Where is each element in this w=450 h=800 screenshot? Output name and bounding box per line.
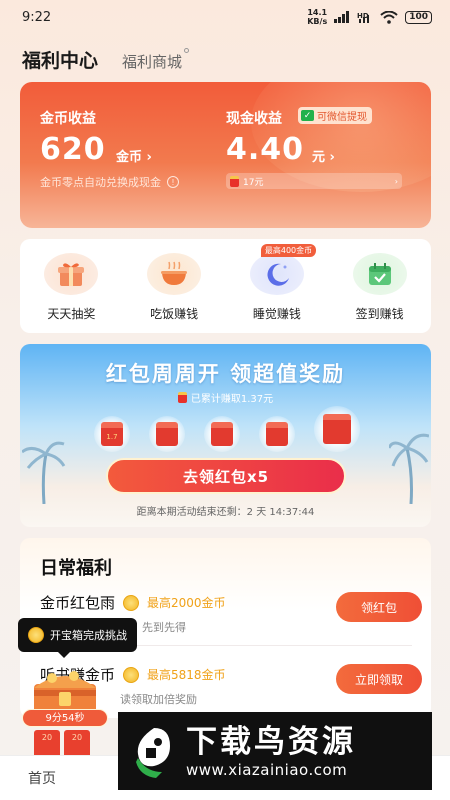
coin-icon <box>28 627 44 643</box>
shortcut-meal-earn[interactable]: 吃饭赚钱 <box>132 253 216 333</box>
tab-welfare-mall[interactable]: 福利商城 <box>122 48 190 72</box>
coin-earnings-label: 金币收益 <box>40 111 96 127</box>
chevron-right-icon: › <box>394 176 398 186</box>
new-dot-icon <box>184 48 190 53</box>
moon-icon <box>249 253 304 295</box>
treasure-tooltip: 开宝箱完成挑战 <box>18 618 137 658</box>
check-icon: ✓ <box>301 110 314 121</box>
signal-icon <box>334 11 350 23</box>
envelope-slot[interactable] <box>204 416 240 452</box>
coin-icon <box>123 594 140 611</box>
status-icons: 14.1 KB/s HD 100 <box>307 8 432 26</box>
status-bar: 9:22 14.1 KB/s HD 100 <box>0 0 450 34</box>
cash-earnings-value[interactable]: 4.40 <box>226 132 304 167</box>
envelope-progress: 1.7 <box>94 406 360 452</box>
status-time: 9:22 <box>22 9 52 25</box>
bowl-icon <box>147 253 202 295</box>
red-envelope-icon: 1.7 <box>101 422 123 446</box>
tab-home[interactable]: 首页 <box>28 768 56 788</box>
shortcut-sleep-earn[interactable]: 最高400金币 睡觉赚钱 <box>235 244 319 333</box>
red-envelope-icon <box>266 422 288 446</box>
watermark-url: www.xiazainiao.com <box>186 761 348 779</box>
bird-logo-icon <box>136 728 170 778</box>
shortcut-checkin-earn[interactable]: 签到赚钱 <box>338 253 422 333</box>
palm-tree-icon <box>22 441 66 504</box>
max-coin-tag: 最高400金币 <box>260 244 317 257</box>
chest-countdown-timer: 9分54秒 <box>22 709 108 727</box>
envelope-slot[interactable] <box>314 406 360 452</box>
task-reward: 最高2000金币 <box>147 596 226 610</box>
red-envelope-icon <box>177 392 187 403</box>
watermark-title: 下载鸟资源 <box>186 724 356 760</box>
gift-icon <box>44 253 99 295</box>
envelope-slot[interactable] <box>259 416 295 452</box>
watermark-text: 下载鸟资源 www.xiazainiao.com <box>186 723 356 779</box>
red-packet-promo-card: 红包周周开 领超值奖励 已累计赚取1.37元 1.7 去领红包x5 距离本期活动… <box>20 344 431 527</box>
section-title: 日常福利 <box>40 558 112 579</box>
claim-now-button[interactable]: 立即领取 <box>336 664 422 694</box>
network-speed: 14.1 KB/s <box>307 8 328 26</box>
battery-indicator: 100 <box>405 10 432 24</box>
watermark-overlay: 下载鸟资源 www.xiazainiao.com <box>118 712 432 790</box>
envelope-slot[interactable]: 1.7 <box>94 416 130 452</box>
cash-earnings-label: 现金收益 <box>226 111 282 127</box>
red-envelope-icon <box>211 422 233 446</box>
red-envelope-icon <box>156 422 178 446</box>
claim-red-packet-task-button[interactable]: 领红包 <box>336 592 422 622</box>
palm-tree-icon <box>389 433 429 504</box>
promo-title: 红包周周开 领超值奖励 <box>105 362 346 386</box>
task-reward: 最高5818金币 <box>147 668 226 682</box>
task-name: 金币红包雨 <box>40 594 116 612</box>
shortcut-row: 天天抽奖 吃饭赚钱 最高400金币 睡觉赚钱 签到赚钱 <box>20 239 431 333</box>
shortcut-daily-lottery[interactable]: 天天抽奖 <box>29 253 113 333</box>
claim-red-packet-button[interactable]: 去领红包x5 <box>106 458 346 494</box>
coin-exchange-note: 金币零点自动兑换成现金 ! <box>40 174 179 190</box>
red-envelope-icon <box>323 414 351 444</box>
coin-earnings-value[interactable]: 620 <box>40 132 106 167</box>
promo-earned-summary: 已累计赚取1.37元 <box>20 390 431 405</box>
envelope-slot[interactable] <box>149 416 185 452</box>
red-envelope-icon <box>230 175 239 187</box>
cash-unit-link[interactable]: 元 › <box>312 146 335 165</box>
calendar-icon <box>352 253 407 295</box>
wechat-withdraw-badge[interactable]: ✓ 可微信提现 <box>298 107 372 124</box>
earnings-card: 金币收益 620 金币 › 金币零点自动兑换成现金 ! 现金收益 ✓ 可微信提现… <box>20 82 431 228</box>
coin-unit-link[interactable]: 金币 › <box>116 146 152 165</box>
coin-icon <box>123 666 140 683</box>
wifi-icon <box>380 10 398 24</box>
info-icon[interactable]: ! <box>167 176 179 188</box>
cash-progress-bar[interactable]: 17元 › <box>226 173 402 189</box>
activity-countdown: 距离本期活动结束还剩：2 天 14:37:44 <box>136 507 315 518</box>
hd-icon: HD <box>357 12 370 23</box>
page-header: 福利中心 福利商城 <box>22 46 190 73</box>
page-title[interactable]: 福利中心 <box>22 46 98 73</box>
